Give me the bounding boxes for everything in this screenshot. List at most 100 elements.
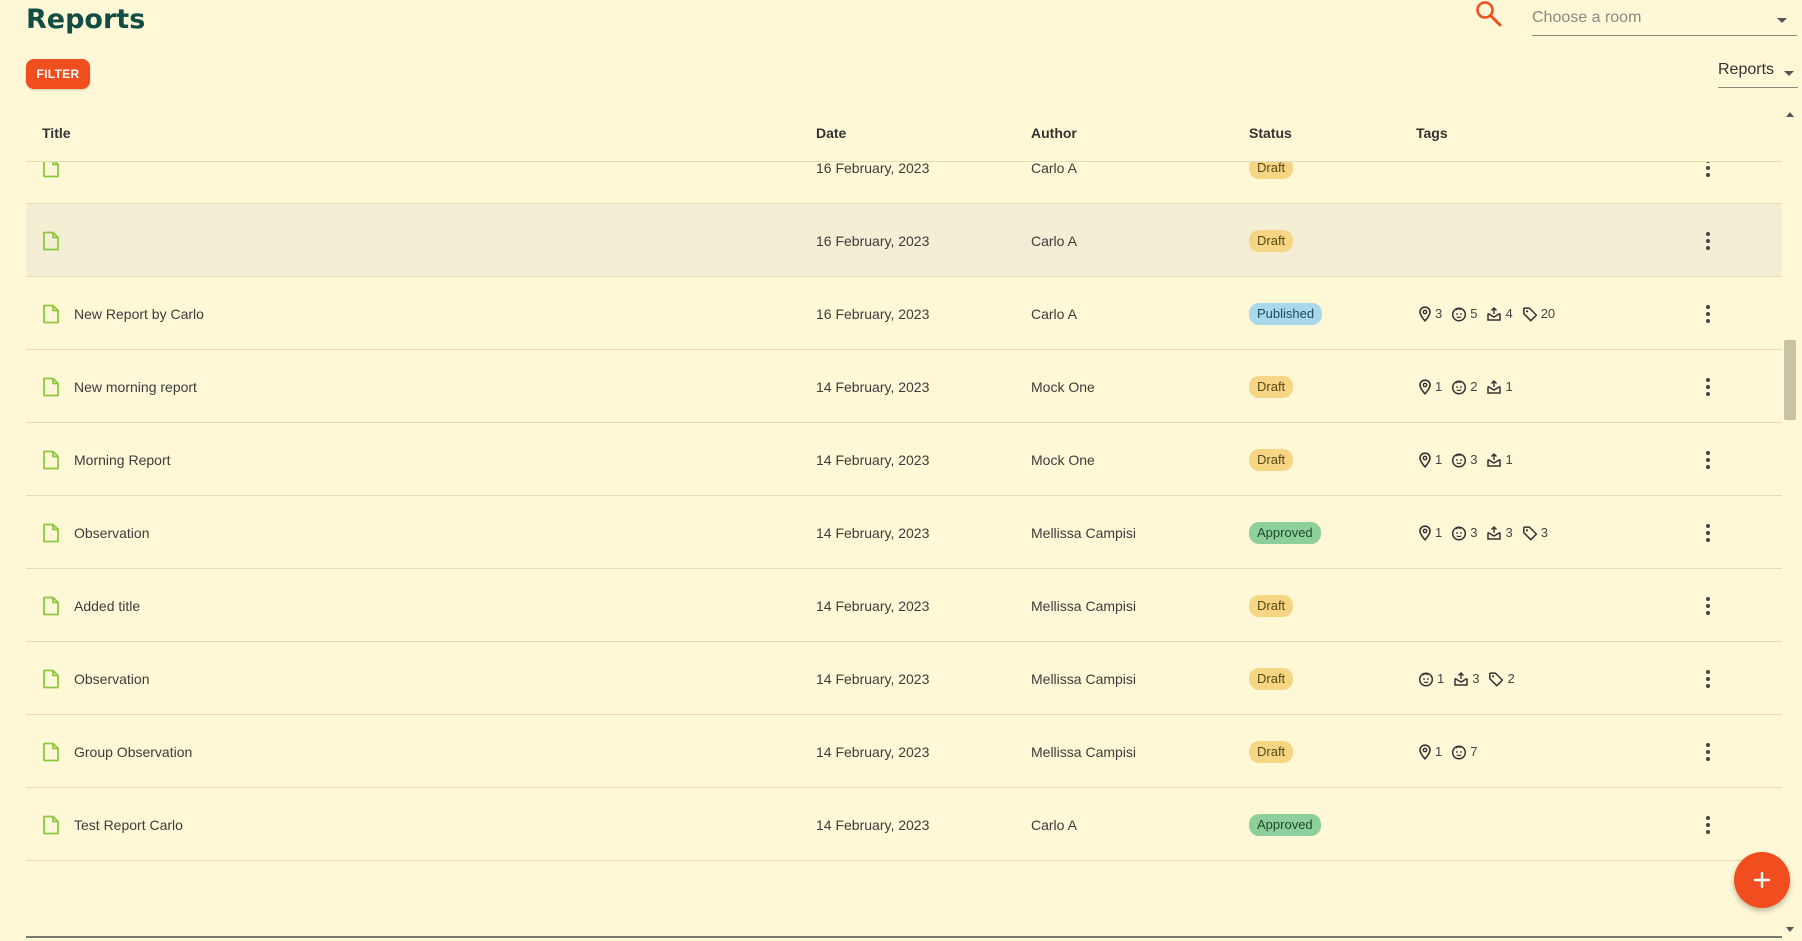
row-menu-button[interactable] [1698, 204, 1718, 277]
location-pin-icon [1418, 743, 1435, 760]
status-cell: Published [1249, 277, 1323, 350]
tag-item: 1 [1418, 524, 1443, 541]
tag-count: 3 [1470, 525, 1478, 540]
row-menu-button[interactable] [1698, 569, 1718, 642]
report-date: 14 February, 2023 [816, 378, 930, 395]
status-badge: Draft [1249, 594, 1294, 617]
column-header-title[interactable]: Title [42, 125, 71, 141]
status-cell: Draft [1249, 569, 1294, 642]
room-select-placeholder: Choose a room [1532, 9, 1642, 26]
tag-item: 3 [1451, 452, 1477, 468]
report-title[interactable]: New Report by Carlo [74, 277, 204, 350]
column-header-tags[interactable]: Tags [1416, 125, 1448, 141]
table-row[interactable]: Group Observation 14 February, 2023 Mellis… [26, 715, 1782, 788]
page-title: Reports [26, 4, 146, 35]
report-author: Mellissa Campisi [1031, 743, 1137, 760]
table-body: 16 February, 2023 Carlo A Draft 16 February… [26, 106, 1782, 861]
row-menu-button[interactable] [1698, 423, 1718, 496]
scrollbar-thumb[interactable] [1784, 340, 1796, 420]
row-menu-button[interactable] [1698, 350, 1718, 423]
search-icon[interactable] [1474, 0, 1504, 28]
tag-item: 20 [1522, 306, 1555, 322]
tags-cell: 1 2 1 [1418, 350, 1522, 423]
location-pin-icon [1418, 378, 1435, 395]
tag-count: 5 [1470, 306, 1478, 321]
status-cell: Draft [1249, 423, 1294, 496]
scrollbar[interactable] [1782, 106, 1798, 938]
tag-count: 1 [1505, 379, 1513, 394]
chevron-down-icon [1777, 18, 1787, 23]
tag-item: 3 [1522, 525, 1548, 541]
status-badge: Approved [1249, 521, 1321, 544]
report-title[interactable]: New morning report [74, 350, 197, 423]
report-title[interactable]: Morning Report [74, 423, 171, 496]
tag-item: 1 [1418, 378, 1443, 395]
scroll-up-arrow-icon[interactable] [1786, 112, 1794, 117]
table-row[interactable]: Added title 14 February, 2023 Mellissa Cam… [26, 569, 1782, 642]
learning-box-icon [1486, 379, 1505, 395]
column-header-author[interactable]: Author [1031, 125, 1077, 141]
report-date: 14 February, 2023 [816, 597, 930, 614]
report-date: 14 February, 2023 [816, 743, 930, 760]
table-row[interactable]: Morning Report 14 February, 2023 Mock One D… [26, 423, 1782, 496]
more-vert-icon [1706, 377, 1710, 396]
file-icon [42, 204, 64, 277]
report-author: Carlo A [1031, 232, 1077, 249]
child-face-icon [1451, 306, 1470, 322]
tag-count: 3 [1505, 525, 1513, 540]
tag-count: 1 [1435, 379, 1443, 394]
table-row[interactable]: New Report by Carlo 16 February, 2023 Carl… [26, 277, 1782, 350]
report-author: Carlo A [1031, 816, 1077, 833]
report-title[interactable]: Observation [74, 642, 149, 715]
learning-box-icon [1453, 671, 1472, 687]
tag-count: 1 [1435, 525, 1443, 540]
tag-item: 1 [1486, 379, 1513, 395]
more-vert-icon [1706, 815, 1710, 834]
row-menu-button[interactable] [1698, 277, 1718, 350]
table-row[interactable]: Observation 14 February, 2023 Mellissa Cam… [26, 496, 1782, 569]
tag-count: 1 [1505, 452, 1513, 467]
table-row[interactable]: Observation 14 February, 2023 Mellissa Cam… [26, 642, 1782, 715]
tag-icon [1488, 671, 1507, 687]
tags-cell: 1 3 3 3 [1418, 496, 1557, 569]
status-cell: Draft [1249, 350, 1294, 423]
table-row[interactable]: 16 February, 2023 Carlo A Draft [26, 204, 1782, 277]
report-title[interactable]: Observation [74, 496, 149, 569]
report-title[interactable]: Added title [74, 569, 140, 642]
report-author: Mellissa Campisi [1031, 597, 1137, 614]
tag-count: 3 [1540, 525, 1548, 540]
tag-icon [1522, 306, 1541, 322]
file-icon [42, 715, 64, 788]
row-menu-button[interactable] [1698, 715, 1718, 788]
tag-count: 1 [1435, 452, 1443, 467]
table-row[interactable]: New morning report 14 February, 2023 Mock … [26, 350, 1782, 423]
add-report-button[interactable] [1734, 852, 1790, 908]
location-pin-icon [1418, 305, 1435, 322]
report-title[interactable]: Test Report Carlo [74, 788, 183, 861]
table-header: Title Date Author Status Tags [26, 106, 1782, 162]
scroll-down-arrow-icon[interactable] [1786, 927, 1794, 932]
report-author: Carlo A [1031, 305, 1077, 322]
row-menu-button[interactable] [1698, 788, 1718, 861]
tag-count: 1 [1437, 671, 1445, 686]
filter-button[interactable]: FILTER [26, 59, 90, 89]
status-badge: Approved [1249, 813, 1321, 836]
report-author: Mock One [1031, 378, 1095, 395]
report-title[interactable]: Group Observation [74, 715, 192, 788]
more-vert-icon [1706, 596, 1710, 615]
child-face-icon [1418, 671, 1437, 687]
column-header-status[interactable]: Status [1249, 125, 1292, 141]
tags-cell: 17 [1418, 715, 1486, 788]
row-menu-button[interactable] [1698, 642, 1718, 715]
row-menu-button[interactable] [1698, 496, 1718, 569]
room-select[interactable]: Choose a room [1532, 4, 1797, 36]
tag-count: 3 [1435, 306, 1443, 321]
more-vert-icon [1706, 304, 1710, 323]
file-icon [42, 788, 64, 861]
table-row[interactable]: Test Report Carlo 14 February, 2023 Carlo … [26, 788, 1782, 861]
tag-item: 3 [1453, 671, 1479, 687]
location-pin-icon [1418, 451, 1435, 468]
column-header-date[interactable]: Date [816, 125, 846, 141]
view-select[interactable]: Reports [1718, 58, 1798, 88]
file-icon [42, 569, 64, 642]
